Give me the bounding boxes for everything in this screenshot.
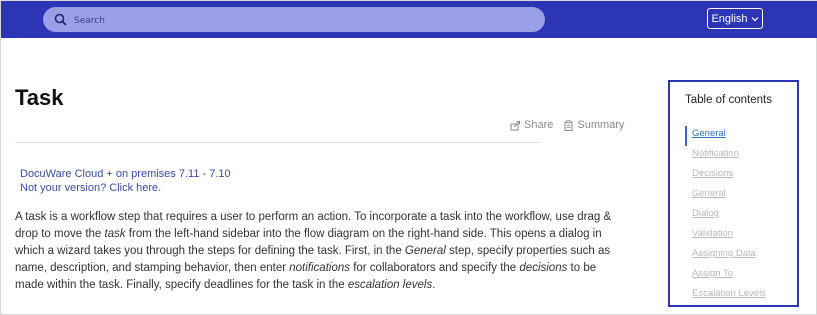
article-actions: Share Summary [510,119,624,131]
body-text: for collaborators and specify the [350,262,520,274]
body-text: . [432,279,436,291]
toc-item-escalation-levels[interactable]: Escalation Levels [685,286,766,306]
share-button[interactable]: Share [510,119,553,131]
toc-item-notification[interactable]: Notification [685,146,766,166]
body-emphasis: escalation levels [347,279,433,291]
toc-title: Table of contents [685,94,772,106]
toc-item-assigning-data[interactable]: Assigning Data [685,246,766,266]
page-title: Task [15,85,64,110]
share-label: Share [524,119,554,131]
toc-list: General Notification Decisions General D… [685,126,766,306]
body-emphasis: task [104,228,126,240]
version-info: DocuWare Cloud + on premises 7.11 - 7.10… [20,167,231,195]
version-switch-link[interactable]: Not your version? Click here. [20,181,231,195]
search-box[interactable] [43,7,545,34]
body-emphasis: General [404,245,446,257]
chevron-down-icon [751,16,758,21]
article-body: A task is a workflow step that requires … [15,209,619,294]
body-emphasis: notifications [289,262,350,274]
body-emphasis: decisions [519,262,568,274]
language-label: English [711,12,748,25]
toc-item-decisions[interactable]: Decisions [685,166,766,186]
toc-item-validation[interactable]: Validation [685,226,766,246]
toc-item-dialog[interactable]: Dialog [685,206,766,226]
language-select[interactable]: English [707,8,763,29]
search-icon [54,13,67,26]
share-icon [510,120,520,130]
toc-item-general[interactable]: General [685,126,766,146]
search-input[interactable] [72,7,536,34]
toc-item-general-2[interactable]: General [685,186,766,206]
summary-label: Summary [577,119,625,131]
version-text: DocuWare Cloud + on premises 7.11 - 7.10 [20,168,231,180]
summary-icon [564,119,573,131]
divider [15,142,540,143]
top-bar: English [1,1,817,38]
table-of-contents: Table of contents General Notification D… [668,80,799,307]
summary-button[interactable]: Summary [563,119,624,131]
toc-item-assign-to[interactable]: Assign To [685,266,766,286]
